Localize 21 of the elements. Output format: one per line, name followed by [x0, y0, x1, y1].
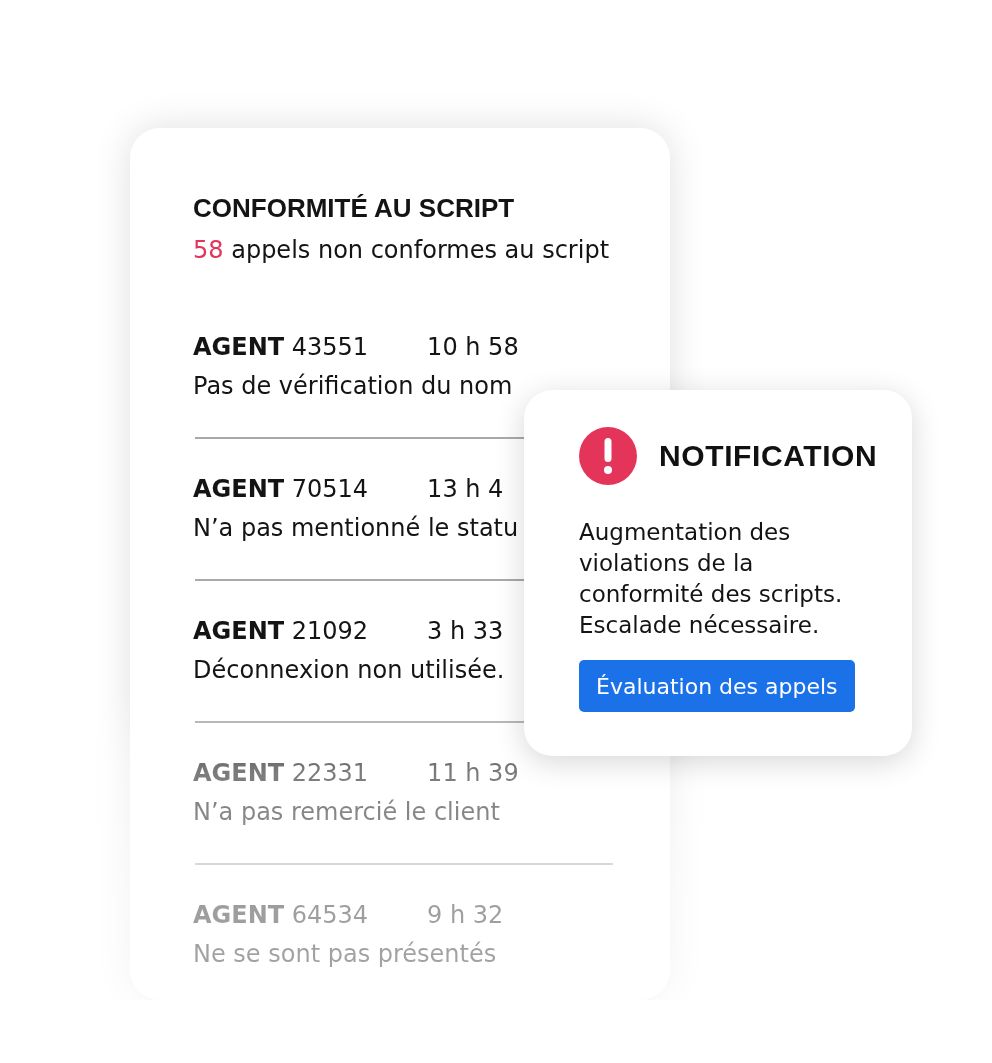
agent-id: AGENT 70514: [193, 474, 369, 504]
call-time: 3 h 33: [427, 616, 504, 646]
issue-text: N’a pas mentionné le statu: [193, 513, 519, 543]
issue-text: N’a pas remercié le client: [193, 797, 500, 827]
agent-id: AGENT 64534: [193, 900, 369, 930]
call-time: 9 h 32: [427, 900, 504, 930]
agent-id: AGENT 21092: [193, 616, 369, 646]
agent-id: AGENT 22331: [193, 758, 369, 788]
notification-message: Augmentation des violations de la conformité des scripts. Escalade nécessaire.: [579, 518, 844, 640]
issue-text: Pas de vérification du nom: [193, 371, 513, 401]
section-title: CONFORMITÉ AU SCRIPT: [193, 193, 515, 223]
alert-icon: [579, 427, 637, 485]
issue-text: Ne se sont pas présentés: [193, 939, 497, 969]
call-time: 10 h 58: [427, 332, 519, 362]
notification-title: NOTIFICATION: [659, 438, 878, 474]
agent-id: AGENT 43551: [193, 332, 369, 362]
issue-text: Déconnexion non utilisée.: [193, 655, 505, 685]
call-time: 11 h 39: [427, 758, 519, 788]
call-evaluation-button[interactable]: Évaluation des appels: [579, 660, 855, 712]
call-time: 13 h 4: [427, 474, 504, 504]
summary-text: 58 appels non conformes au script: [193, 235, 610, 265]
